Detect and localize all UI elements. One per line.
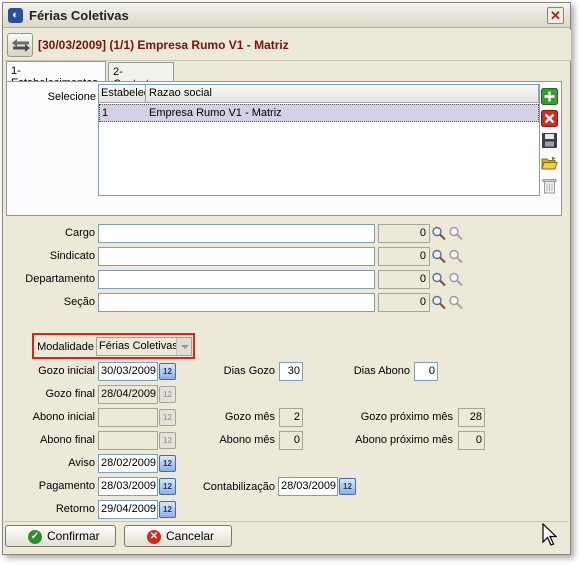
abono-inicial-calendar-icon[interactable]: 12 bbox=[159, 409, 176, 426]
add-button[interactable] bbox=[541, 88, 558, 105]
abono-final-field[interactable] bbox=[98, 431, 158, 450]
aviso-calendar-icon[interactable]: 12 bbox=[159, 455, 176, 472]
pagamento-field[interactable]: 28/03/2009 bbox=[98, 477, 158, 496]
cargo-field[interactable] bbox=[98, 224, 375, 243]
abono-inicial-label: Abono inicial bbox=[32, 411, 95, 423]
title-bar: ◐ Férias Coletivas ✕ bbox=[3, 3, 570, 28]
gozo-final-field[interactable]: 28/04/2009 bbox=[98, 385, 158, 404]
contabilizacao-label: Contabilização bbox=[202, 481, 275, 493]
aviso-label: Aviso bbox=[68, 457, 95, 469]
abono-mes-label: Abono mês bbox=[219, 434, 275, 446]
trash-icon bbox=[542, 179, 557, 194]
sindicato-field[interactable] bbox=[98, 247, 375, 266]
tab-contratos[interactable]: 2-Contratos bbox=[108, 62, 174, 90]
floppy-disk-icon bbox=[542, 133, 557, 148]
abono-final-label: Abono final bbox=[39, 434, 95, 446]
gozo-mes-label: Gozo mês bbox=[224, 411, 275, 423]
cancel-label: Cancelar bbox=[166, 529, 215, 543]
modalidade-value: Férias Coletivas bbox=[99, 340, 178, 352]
departamento-label: Departamento bbox=[25, 273, 95, 285]
gozo-final-calendar-icon[interactable]: 12 bbox=[159, 386, 176, 403]
departamento-code: 0 bbox=[378, 270, 430, 289]
retorno-field[interactable]: 29/04/2009 bbox=[98, 500, 158, 519]
tab-estabelecimentos[interactable]: 1-Estabelecimentos bbox=[6, 61, 106, 89]
secao-search-all-icon[interactable] bbox=[448, 294, 464, 312]
estabelecimentos-grid[interactable]: Estabelec Razao social 1 Empresa Rumo V1… bbox=[98, 84, 540, 196]
cell-code: 1 bbox=[102, 107, 109, 119]
delete-button[interactable] bbox=[541, 110, 558, 127]
trash-button[interactable] bbox=[541, 177, 558, 194]
departamento-field[interactable] bbox=[98, 270, 375, 289]
gozo-mes-field[interactable]: 2 bbox=[279, 408, 303, 427]
contabilizacao-field[interactable]: 28/03/2009 bbox=[278, 477, 338, 496]
aviso-field[interactable]: 28/02/2009 bbox=[98, 454, 158, 473]
close-button[interactable]: ✕ bbox=[547, 7, 564, 24]
grid-header: Estabelec Razao social bbox=[99, 85, 539, 103]
sindicato-search-icon[interactable] bbox=[431, 248, 447, 266]
abono-proximo-mes-label: Abono próximo mês bbox=[355, 434, 453, 446]
dias-abono-label: Dias Abono bbox=[353, 365, 410, 377]
dias-abono-field[interactable]: 0 bbox=[414, 362, 438, 381]
open-folder-button[interactable] bbox=[541, 155, 558, 172]
pagamento-label: Pagamento bbox=[38, 480, 95, 492]
confirm-button[interactable]: ✓ Confirmar bbox=[5, 525, 116, 547]
modalidade-label: Modalidade bbox=[37, 341, 94, 353]
cargo-label: Cargo bbox=[65, 227, 95, 239]
app-icon: ◐ bbox=[8, 8, 23, 23]
record-title: [30/03/2009] (1/1) Empresa Rumo V1 - Mat… bbox=[38, 38, 289, 52]
gozo-inicial-field[interactable]: 30/03/2009 bbox=[98, 362, 158, 381]
departamento-search-all-icon[interactable] bbox=[448, 271, 464, 289]
mouse-pointer-icon bbox=[542, 523, 558, 546]
swap-arrows-icon bbox=[12, 39, 30, 52]
abono-final-calendar-icon[interactable]: 12 bbox=[159, 432, 176, 449]
delete-x-icon bbox=[541, 110, 558, 127]
secao-field[interactable] bbox=[98, 293, 375, 312]
gozo-inicial-calendar-icon[interactable]: 12 bbox=[159, 363, 176, 380]
cargo-search-icon[interactable] bbox=[431, 225, 447, 243]
column-header-razao-social[interactable]: Razao social bbox=[147, 85, 539, 103]
table-row[interactable]: 1 Empresa Rumo V1 - Matriz bbox=[99, 104, 539, 122]
abono-proximo-mes-field[interactable]: 0 bbox=[458, 431, 485, 450]
secao-label: Seção bbox=[63, 296, 95, 308]
cargo-code: 0 bbox=[378, 224, 430, 243]
modalidade-select[interactable]: Férias Coletivas bbox=[96, 337, 192, 356]
footer-divider bbox=[1, 521, 568, 522]
plus-icon bbox=[541, 88, 558, 105]
pagamento-calendar-icon[interactable]: 12 bbox=[159, 478, 176, 495]
folder-icon bbox=[541, 156, 558, 170]
window-title: Férias Coletivas bbox=[29, 8, 129, 23]
gozo-final-label: Gozo final bbox=[45, 388, 95, 400]
cancel-button[interactable]: ✕ Cancelar bbox=[124, 525, 232, 547]
sindicato-search-all-icon[interactable] bbox=[448, 248, 464, 266]
contabilizacao-calendar-icon[interactable]: 12 bbox=[339, 478, 356, 495]
save-button[interactable] bbox=[541, 132, 558, 149]
confirm-label: Confirmar bbox=[47, 529, 100, 543]
retorno-label: Retorno bbox=[55, 503, 95, 515]
sindicato-code: 0 bbox=[378, 247, 430, 266]
dias-gozo-label: Dias Gozo bbox=[223, 365, 275, 377]
retorno-calendar-icon[interactable]: 12 bbox=[159, 501, 176, 518]
secao-code: 0 bbox=[378, 293, 430, 312]
secao-search-icon[interactable] bbox=[431, 294, 447, 312]
selecione-label: Selecione bbox=[47, 91, 96, 103]
gozo-inicial-label: Gozo inicial bbox=[38, 365, 95, 377]
sindicato-label: Sindicato bbox=[49, 250, 95, 262]
abono-mes-field[interactable]: 0 bbox=[279, 431, 303, 450]
abono-inicial-field[interactable] bbox=[98, 408, 158, 427]
dias-gozo-field[interactable]: 30 bbox=[279, 362, 303, 381]
cell-razao-social: Empresa Rumo V1 - Matriz bbox=[149, 107, 282, 119]
gozo-proximo-mes-label: Gozo próximo mês bbox=[360, 411, 453, 423]
chevron-down-icon[interactable] bbox=[176, 338, 191, 355]
check-icon: ✓ bbox=[28, 530, 42, 544]
record-header: [30/03/2009] (1/1) Empresa Rumo V1 - Mat… bbox=[4, 30, 571, 61]
cancel-x-icon: ✕ bbox=[147, 530, 161, 544]
cargo-search-all-icon[interactable] bbox=[448, 225, 464, 243]
gozo-proximo-mes-field[interactable]: 28 bbox=[458, 408, 485, 427]
navigate-records-button[interactable] bbox=[7, 33, 33, 57]
departamento-search-icon[interactable] bbox=[431, 271, 447, 289]
column-header-estabelec[interactable]: Estabelec bbox=[99, 85, 146, 103]
